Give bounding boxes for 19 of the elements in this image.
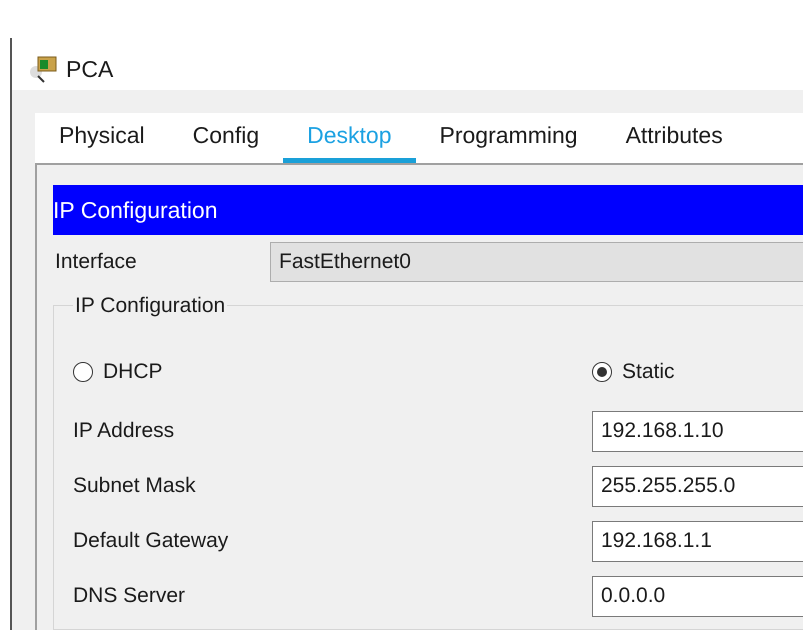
- interface-label: Interface: [54, 249, 138, 276]
- field-label: IP Address: [73, 418, 176, 444]
- input-field[interactable]: 192.168.1.10: [592, 410, 803, 452]
- input-field[interactable]: 255.255.255.0: [592, 466, 803, 506]
- interface-select[interactable]: FastEthernet0: [270, 242, 803, 282]
- field-label: Subnet Mask: [73, 473, 197, 500]
- radio-option[interactable]: Static: [592, 356, 675, 388]
- input-field[interactable]: 192.168.1.1: [592, 520, 803, 562]
- tab[interactable]: Config: [168, 113, 284, 163]
- field-label: Default Gateway: [73, 528, 230, 554]
- window-title: PCA: [66, 54, 114, 84]
- input-field[interactable]: 0.0.0.0: [592, 576, 803, 616]
- section-header: IP Configuration: [53, 185, 803, 235]
- tab[interactable]: Programming: [416, 113, 602, 163]
- field-label: DNS Server: [73, 583, 186, 610]
- tab[interactable]: Attributes: [602, 113, 747, 163]
- group-title: IP Configuration: [74, 293, 226, 319]
- tab[interactable]: Physical: [35, 113, 169, 163]
- radio-option[interactable]: DHCP: [73, 356, 592, 388]
